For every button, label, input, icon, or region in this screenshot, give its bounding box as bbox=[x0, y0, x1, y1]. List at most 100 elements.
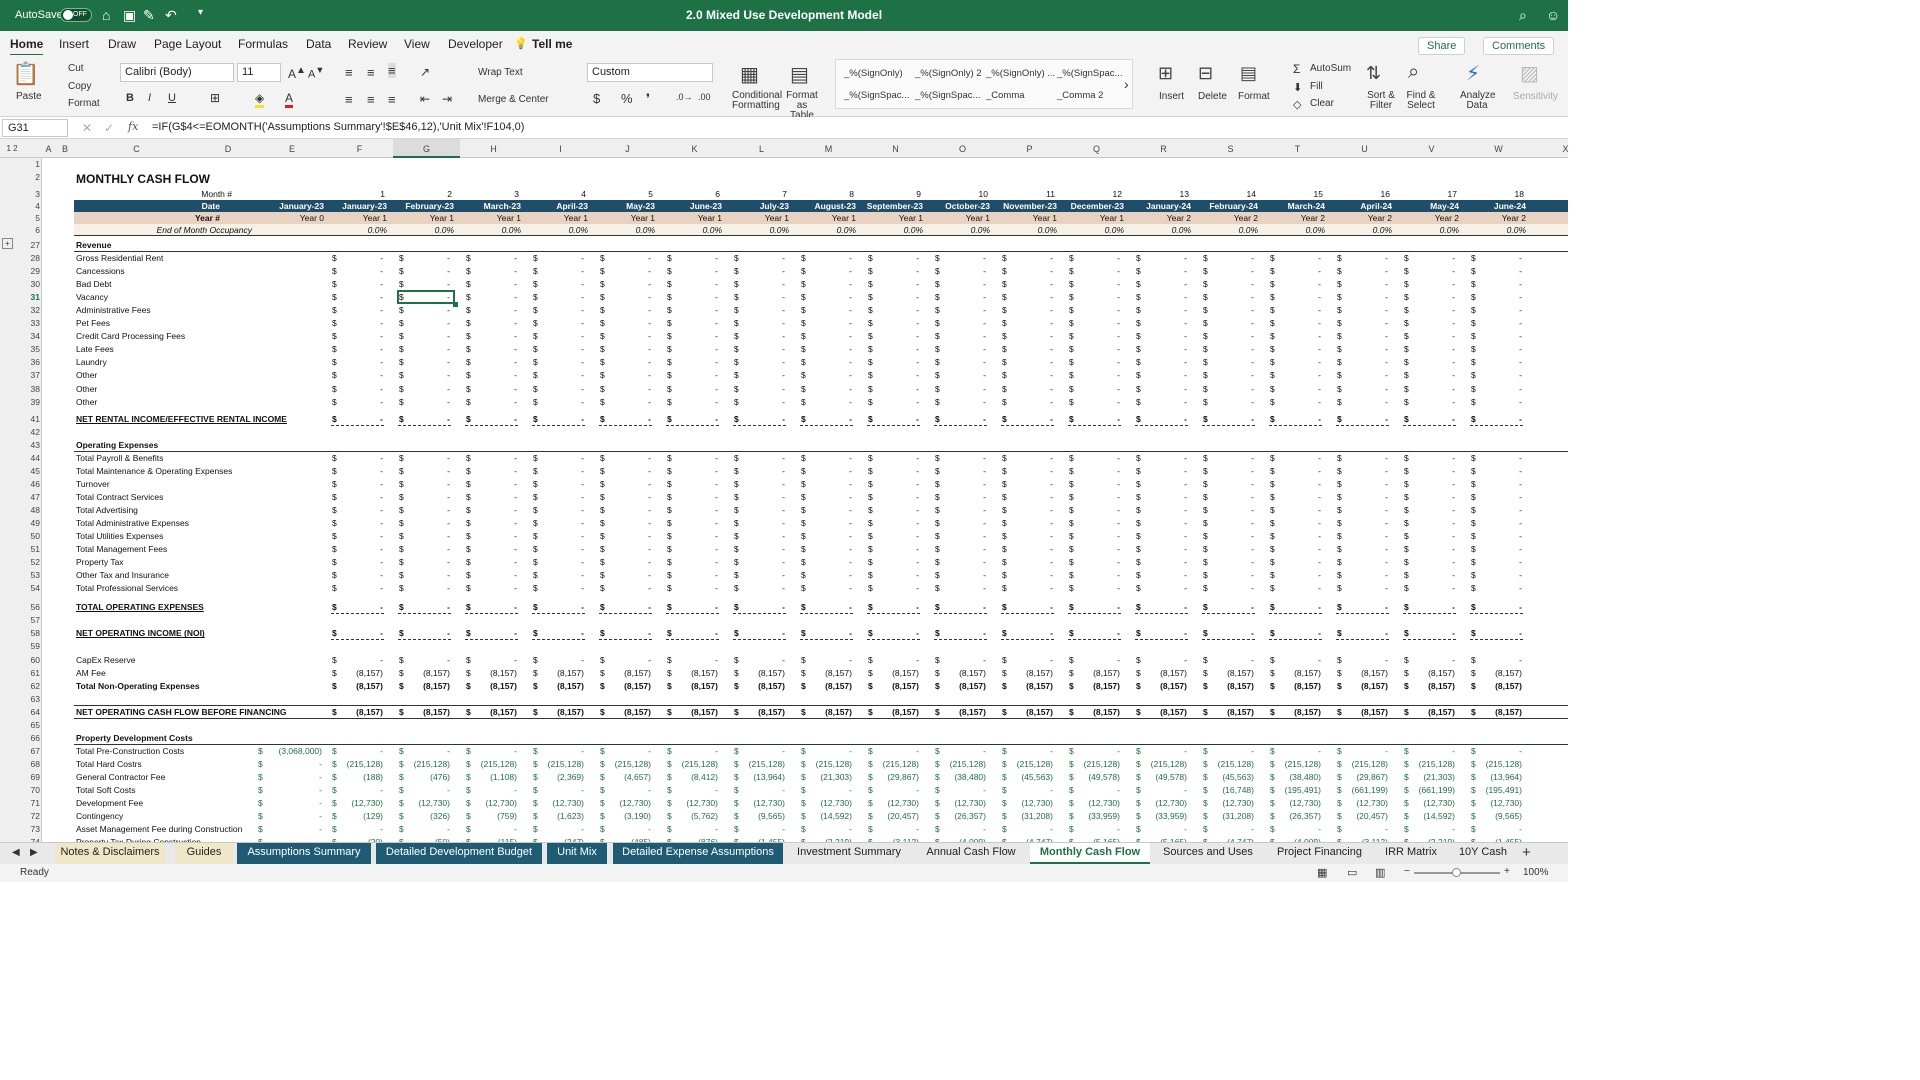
row-header-32[interactable]: 32 bbox=[16, 305, 40, 315]
row-header-28[interactable]: 28 bbox=[16, 253, 40, 263]
row-header-36[interactable]: 36 bbox=[16, 357, 40, 367]
insert-cells-icon[interactable]: ⊞ bbox=[1158, 63, 1173, 84]
menu-draw[interactable]: Draw bbox=[108, 37, 136, 51]
menu-formulas[interactable]: Formulas bbox=[238, 37, 288, 51]
fill-handle[interactable] bbox=[453, 302, 458, 308]
row-header-72[interactable]: 72 bbox=[16, 811, 40, 821]
comma-style-icon[interactable]: ❜ bbox=[646, 91, 650, 107]
row-header-60[interactable]: 60 bbox=[16, 655, 40, 665]
decrease-decimal-icon[interactable]: .00 bbox=[698, 92, 711, 102]
delete-cells-icon[interactable]: ⊟ bbox=[1198, 63, 1213, 84]
menu-tell-me[interactable]: Tell me bbox=[532, 37, 572, 51]
column-header-U[interactable]: U bbox=[1331, 144, 1398, 154]
row-header-29[interactable]: 29 bbox=[16, 266, 40, 276]
sensitivity-icon[interactable]: ▨ bbox=[1520, 61, 1539, 86]
row-header-61[interactable]: 61 bbox=[16, 668, 40, 678]
wrap-text-button[interactable]: Wrap Text bbox=[478, 67, 523, 78]
italic-button[interactable]: I bbox=[148, 92, 151, 104]
find-select-button[interactable]: Find & Select bbox=[1406, 91, 1436, 111]
column-header-G[interactable]: G bbox=[393, 139, 460, 158]
selected-cell-G31[interactable] bbox=[397, 290, 455, 305]
cell-style-item[interactable]: _%(SignSpac... bbox=[915, 90, 980, 101]
row-header-62[interactable]: 62 bbox=[16, 681, 40, 691]
cell-style-item[interactable]: _%(SignOnly) 2 bbox=[915, 68, 982, 79]
borders-icon[interactable]: ⊞ bbox=[210, 91, 220, 105]
paste-icon[interactable]: 📋 bbox=[12, 61, 39, 87]
row-header-4[interactable]: 4 bbox=[16, 201, 40, 211]
copy-button[interactable]: Copy bbox=[68, 81, 91, 92]
row-header-68[interactable]: 68 bbox=[16, 759, 40, 769]
underline-button[interactable]: U bbox=[168, 92, 176, 104]
row-header-70[interactable]: 70 bbox=[16, 785, 40, 795]
sheet-tab-notes-disclaimers[interactable]: Notes & Disclaimers bbox=[55, 843, 165, 864]
percent-icon[interactable]: % bbox=[621, 91, 633, 106]
column-header-K[interactable]: K bbox=[661, 144, 728, 154]
column-header-F[interactable]: F bbox=[326, 144, 393, 154]
delete-cells-button[interactable]: Delete bbox=[1198, 91, 1227, 102]
menu-developer[interactable]: Developer bbox=[448, 37, 503, 51]
column-header-B[interactable]: B bbox=[55, 144, 75, 154]
sheet-tab-detailed-expense-assumptions[interactable]: Detailed Expense Assumptions bbox=[613, 843, 783, 864]
row-header-66[interactable]: 66 bbox=[16, 733, 40, 743]
align-top-icon[interactable]: ≡ bbox=[345, 65, 353, 80]
page-break-view-icon[interactable]: ▥ bbox=[1375, 866, 1385, 879]
align-center-icon[interactable]: ≡ bbox=[367, 92, 375, 107]
menu-home[interactable]: Home bbox=[10, 37, 44, 56]
autosum-button[interactable]: AutoSum bbox=[1310, 63, 1351, 74]
column-header-E[interactable]: E bbox=[258, 144, 326, 154]
row-header-46[interactable]: 46 bbox=[16, 479, 40, 489]
row-header-69[interactable]: 69 bbox=[16, 772, 40, 782]
font-size-select[interactable]: 11 bbox=[237, 63, 281, 82]
fill-button[interactable]: Fill bbox=[1310, 81, 1323, 92]
analyze-data-button[interactable]: Analyze Data bbox=[1460, 91, 1496, 111]
sheet-tab-irr-matrix[interactable]: IRR Matrix bbox=[1376, 843, 1446, 864]
sheet-tab-monthly-cash-flow[interactable]: Monthly Cash Flow bbox=[1030, 843, 1150, 864]
row-header-73[interactable]: 73 bbox=[16, 824, 40, 834]
zoom-slider-thumb[interactable] bbox=[1452, 868, 1461, 877]
align-middle-icon[interactable]: ≡ bbox=[367, 65, 375, 80]
row-header-56[interactable]: 56 bbox=[16, 602, 40, 612]
row-header-71[interactable]: 71 bbox=[16, 798, 40, 808]
enter-icon[interactable]: ✓ bbox=[104, 121, 114, 135]
zoom-out-icon[interactable]: − bbox=[1404, 866, 1410, 877]
row-header-27[interactable]: 27 bbox=[16, 240, 40, 250]
font-name-select[interactable]: Calibri (Body) bbox=[120, 63, 234, 82]
formula-input[interactable]: =IF(G$4<=EOMONTH('Assumptions Summary'!$… bbox=[152, 121, 524, 133]
function-icon[interactable]: fx bbox=[128, 120, 138, 133]
column-header-W[interactable]: W bbox=[1465, 144, 1532, 154]
row-header-52[interactable]: 52 bbox=[16, 557, 40, 567]
row-header-38[interactable]: 38 bbox=[16, 384, 40, 394]
row-header-35[interactable]: 35 bbox=[16, 344, 40, 354]
row-header-51[interactable]: 51 bbox=[16, 544, 40, 554]
row-header-50[interactable]: 50 bbox=[16, 531, 40, 541]
row-header-37[interactable]: 37 bbox=[16, 370, 40, 380]
sheet-tab-detailed-development-budget[interactable]: Detailed Development Budget bbox=[376, 843, 542, 864]
row-header-48[interactable]: 48 bbox=[16, 505, 40, 515]
row-header-42[interactable]: 42 bbox=[16, 427, 40, 437]
menu-review[interactable]: Review bbox=[348, 37, 387, 51]
row-header-64[interactable]: 64 bbox=[16, 707, 40, 717]
sheet-tab-project-financing[interactable]: Project Financing bbox=[1266, 843, 1373, 864]
menu-insert[interactable]: Insert bbox=[59, 37, 89, 51]
row-header-31[interactable]: 31 bbox=[16, 292, 40, 302]
column-header-A[interactable]: A bbox=[42, 144, 55, 154]
name-box[interactable]: G31 bbox=[2, 119, 68, 137]
sheet-tab-assumptions-summary[interactable]: Assumptions Summary bbox=[237, 843, 371, 864]
cell-style-item[interactable]: _Comma bbox=[986, 90, 1025, 101]
row-header-44[interactable]: 44 bbox=[16, 453, 40, 463]
row-header-63[interactable]: 63 bbox=[16, 694, 40, 704]
fill-icon[interactable]: ⬇ bbox=[1293, 81, 1302, 94]
row-header-59[interactable]: 59 bbox=[16, 641, 40, 651]
cancel-icon[interactable]: ✕ bbox=[82, 121, 92, 135]
cell-style-item[interactable]: _%(SignSpac... bbox=[844, 90, 909, 101]
row-header-54[interactable]: 54 bbox=[16, 583, 40, 593]
sheet-tab-guides[interactable]: Guides bbox=[175, 843, 233, 864]
row-header-33[interactable]: 33 bbox=[16, 318, 40, 328]
prev-sheet-icon[interactable]: ◀ bbox=[12, 847, 20, 858]
styles-more-chevron-icon[interactable]: › bbox=[1124, 76, 1129, 92]
clear-icon[interactable]: ◇ bbox=[1293, 98, 1301, 111]
share-button[interactable]: Share bbox=[1418, 37, 1466, 55]
number-format-select[interactable]: Custom bbox=[587, 63, 713, 82]
merge-center-button[interactable]: Merge & Center bbox=[478, 94, 549, 105]
row-header-53[interactable]: 53 bbox=[16, 570, 40, 580]
